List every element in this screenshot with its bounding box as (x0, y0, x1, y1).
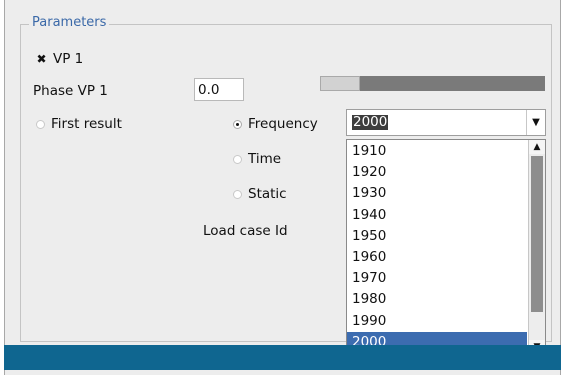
load-case-dropdown-list: 1910 1920 1930 1940 1950 1960 1970 1980 1990 2000… (346, 139, 546, 355)
static-radio[interactable]: Static (233, 186, 287, 202)
time-label: Time (248, 151, 282, 167)
dropdown-item[interactable]: 1950 (347, 226, 527, 247)
dropdown-item[interactable]: 1970 (347, 268, 527, 289)
load-case-combobox[interactable]: 2000 ▼ (346, 109, 546, 136)
combo-selected-value: 2000 (352, 114, 389, 130)
phase-vp1-input[interactable] (194, 78, 244, 101)
radio-unchecked-icon (233, 154, 242, 164)
dropdown-item[interactable]: 1940 (347, 205, 527, 226)
phase-slider-thumb[interactable] (320, 76, 360, 91)
vp1-checkbox[interactable]: ✖ VP 1 (36, 51, 83, 67)
chevron-down-icon[interactable]: ▼ (526, 110, 545, 135)
first-result-label: First result (51, 116, 122, 132)
radio-checked-icon (233, 119, 242, 129)
groupbox-title: Parameters (29, 15, 110, 31)
scroll-up-icon[interactable]: ▲ (529, 140, 545, 154)
first-result-radio[interactable]: First result (36, 116, 122, 132)
dropdown-item[interactable]: 1910 (347, 141, 527, 162)
radio-unchecked-icon (36, 119, 45, 129)
load-case-id-label: Load case Id (203, 223, 288, 239)
scrollbar-thumb[interactable] (531, 156, 543, 312)
dropdown-item[interactable]: 1930 (347, 183, 527, 204)
static-label: Static (248, 186, 287, 202)
dropdown-item[interactable]: 1960 (347, 247, 527, 268)
time-radio[interactable]: Time (233, 151, 281, 167)
status-bar (4, 345, 561, 370)
frequency-radio[interactable]: Frequency (233, 116, 318, 132)
checkbox-checked-icon: ✖ (36, 51, 47, 66)
vp1-checkbox-label: VP 1 (53, 51, 84, 67)
frequency-label: Frequency (248, 116, 318, 132)
dropdown-item[interactable]: 1990 (347, 311, 527, 332)
dropdown-item[interactable]: 1980 (347, 289, 527, 310)
radio-unchecked-icon (233, 189, 242, 199)
phase-vp1-label: Phase VP 1 (33, 83, 108, 99)
dropdown-item[interactable]: 1920 (347, 162, 527, 183)
dropdown-items: 1910 1920 1930 1940 1950 1960 1970 1980 1990 2000 (347, 141, 527, 353)
dropdown-scrollbar[interactable]: ▲ ▼ (528, 140, 545, 354)
